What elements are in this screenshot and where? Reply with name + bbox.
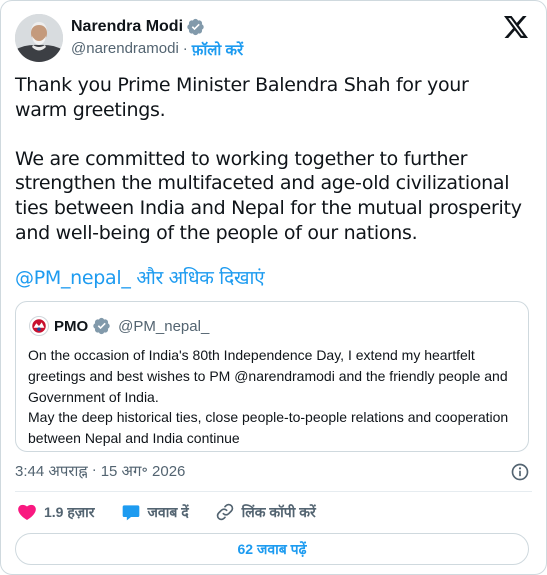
author-avatar-image — [15, 14, 63, 62]
reply-button[interactable]: जवाब दें — [121, 502, 189, 522]
quoted-author-avatar — [29, 316, 49, 336]
timestamp-separator: · — [91, 461, 97, 478]
quoted-tweet[interactable]: PMO @PM_nepal_ On the occasion of India'… — [15, 301, 529, 452]
quoted-author-handle: @PM_nepal_ — [118, 317, 210, 335]
quoted-tweet-text: On the occasion of India's 80th Independ… — [28, 347, 509, 447]
like-button[interactable]: 1.9 हज़ार — [17, 502, 95, 522]
link-icon — [216, 503, 233, 521]
heart-icon — [18, 504, 36, 520]
reply-bubble-icon — [122, 505, 139, 521]
mention-line: @PM_nepal_ और अधिक दिखाएं — [15, 266, 265, 290]
tweet-time: 3:44 अपराह्न — [15, 463, 88, 480]
verified-badge-icon — [187, 18, 204, 36]
info-icon[interactable] — [510, 462, 530, 482]
actions-divider — [15, 491, 532, 492]
quoted-author-name: PMO — [54, 317, 89, 335]
author-name[interactable]: Narendra Modi — [71, 18, 183, 36]
reply-label: जवाब दें — [147, 503, 189, 520]
quoted-verified-badge-icon — [93, 317, 110, 335]
tweet-text: Thank you Prime Minister Balendra Shah f… — [15, 74, 522, 244]
tweet-timestamp[interactable]: 3:44 अपराह्न · 15 अग॰ 2026 — [15, 461, 185, 481]
nepal-emblem-icon — [30, 317, 48, 335]
tweet-card: Narendra Modi @narendramodi · फ़ॉलो करें… — [0, 0, 547, 575]
like-count: 1.9 हज़ार — [44, 503, 95, 520]
copy-link-button[interactable]: लिंक कॉपी करें — [215, 502, 316, 522]
handle-separator: · — [182, 40, 188, 57]
tweet-date: 15 अग॰ 2026 — [100, 463, 186, 480]
author-avatar[interactable] — [15, 14, 63, 62]
author-handle-row: @narendramodi · फ़ॉलो करें — [71, 40, 243, 60]
show-more-link[interactable]: और अधिक दिखाएं — [136, 267, 264, 289]
mention-link[interactable]: @PM_nepal_ — [15, 267, 131, 289]
action-bar: 1.9 हज़ार जवाब दें लिंक कॉपी करें — [17, 501, 342, 523]
author-handle[interactable]: @narendramodi — [71, 40, 179, 60]
read-replies-button[interactable]: 62 जवाब पढ़ें — [15, 533, 529, 565]
quoted-tweet-header: PMO @PM_nepal_ — [29, 316, 209, 336]
copy-link-label: लिंक कॉपी करें — [241, 503, 316, 520]
x-logo-icon[interactable] — [504, 16, 528, 38]
author-name-row: Narendra Modi — [71, 18, 205, 36]
follow-button[interactable]: फ़ॉलो करें — [192, 40, 243, 60]
